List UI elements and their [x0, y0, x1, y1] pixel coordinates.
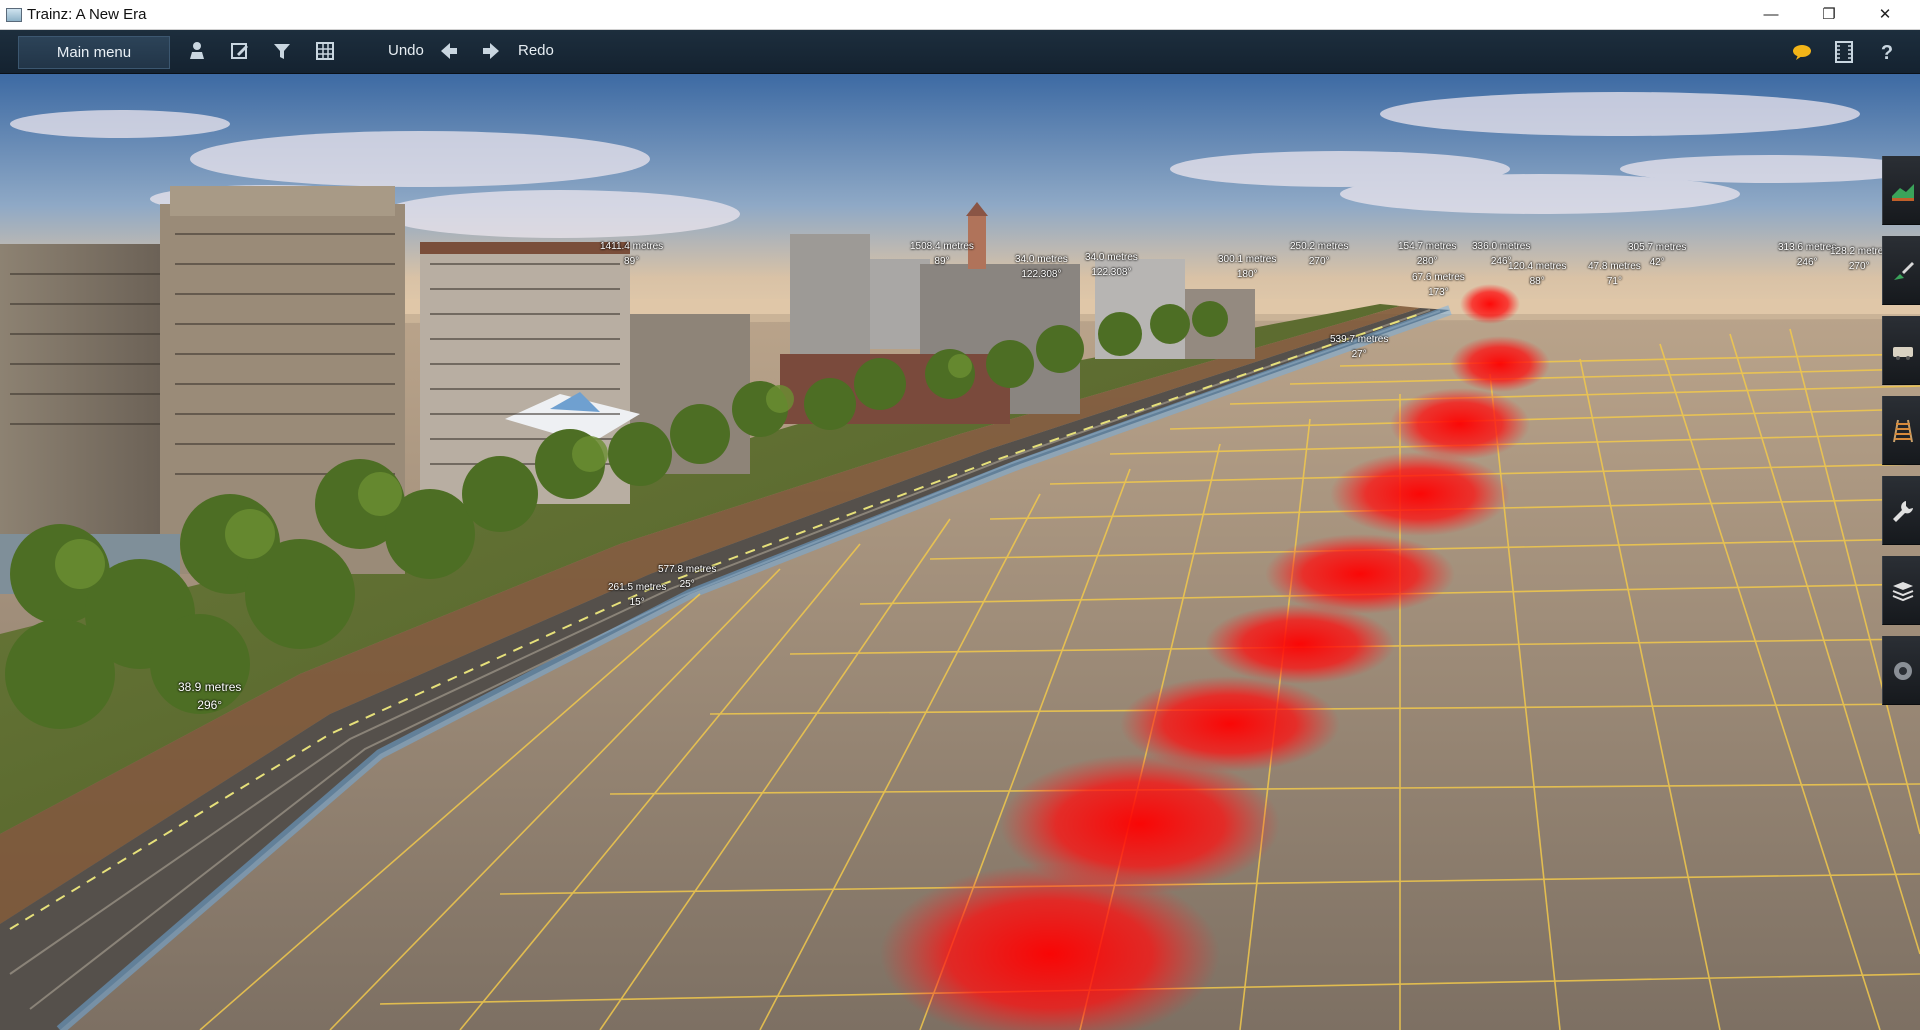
redo-arrow-icon[interactable]	[480, 40, 502, 62]
paint-tool-icon[interactable]	[1882, 236, 1920, 305]
settings-icon[interactable]	[1882, 636, 1920, 705]
app-toolbar: Main menu Undo Redo ?	[0, 30, 1920, 74]
film-icon[interactable]	[1832, 40, 1856, 64]
measurement-label: 305.7 metres 42°	[1628, 242, 1687, 268]
measurement-label: 250.2 metres 270°	[1290, 241, 1349, 267]
help-glyph: ?	[1881, 42, 1893, 64]
window-title: Trainz: A New Era	[27, 6, 147, 23]
measurement-label: 154.7 metres 280°	[1398, 241, 1457, 267]
objects-tool-icon[interactable]	[1882, 316, 1920, 385]
track-tool-icon[interactable]	[1882, 396, 1920, 465]
minimize-button[interactable]: —	[1748, 0, 1794, 29]
help-icon[interactable]: ?	[1875, 40, 1899, 64]
window-titlebar: Trainz: A New Era — ❐ ✕	[0, 0, 1920, 30]
undo-label[interactable]: Undo	[388, 42, 424, 59]
measurement-label: 38.9 metres 296°	[178, 680, 242, 712]
layers-icon[interactable]	[1882, 556, 1920, 625]
measurement-label: 313.6 metres 246°	[1778, 242, 1837, 268]
measurement-label: 34.0 metres 122.308°	[1015, 254, 1068, 280]
maximize-button[interactable]: ❐	[1806, 0, 1852, 29]
measurement-label: 128.2 metres 270°	[1830, 246, 1889, 272]
measurement-label: 539.7 metres 27°	[1330, 334, 1389, 360]
filter-icon[interactable]	[271, 40, 293, 62]
tools-wrench-icon[interactable]	[1882, 476, 1920, 545]
chat-icon[interactable]	[1790, 40, 1814, 64]
person-icon[interactable]	[186, 40, 208, 62]
app-icon	[6, 8, 22, 22]
redo-label[interactable]: Redo	[518, 42, 554, 59]
measurement-label: 1411.4 metres 89°	[600, 241, 664, 267]
grid-icon[interactable]	[314, 40, 336, 62]
measurement-label: 67.6 metres 173°	[1412, 272, 1465, 298]
measurement-label: 1508.4 metres 89°	[910, 241, 974, 267]
close-button[interactable]: ✕	[1862, 0, 1908, 29]
measurement-label: 34.0 metres 122.308°	[1085, 252, 1138, 278]
undo-arrow-icon[interactable]	[438, 40, 460, 62]
measurement-label: 261.5 metres 15°	[608, 582, 667, 608]
measurement-label: 300.1 metres 180°	[1218, 254, 1277, 280]
edit-icon[interactable]	[229, 40, 251, 62]
scene-render	[0, 74, 1920, 1030]
topology-tool-icon[interactable]	[1882, 156, 1920, 225]
world-viewport[interactable]: 1411.4 metres 89° 1508.4 metres 89° 34.0 m…	[0, 74, 1920, 1030]
measurement-label: 120.4 metres 88°	[1508, 261, 1567, 287]
main-menu-button[interactable]: Main menu	[18, 36, 170, 69]
measurement-label: 577.8 metres 25°	[658, 564, 717, 590]
